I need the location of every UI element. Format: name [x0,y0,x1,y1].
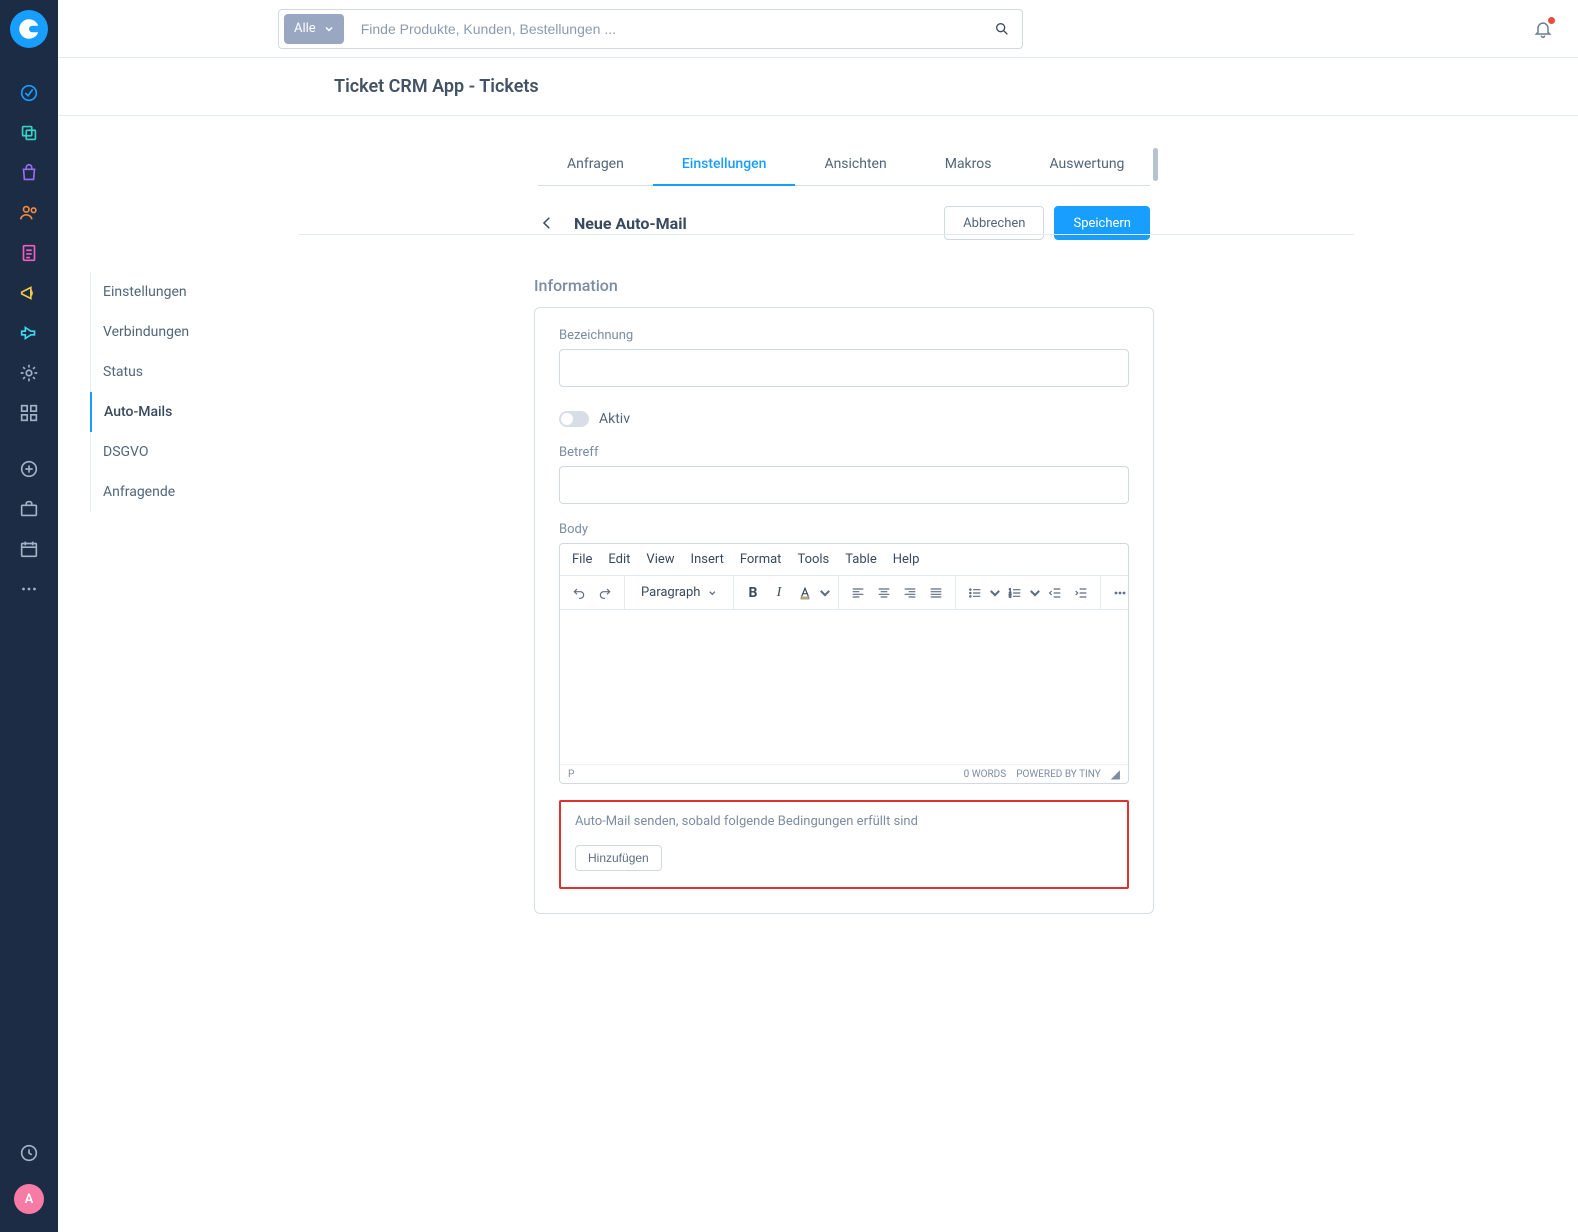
add-icon[interactable] [18,458,40,480]
redo-button[interactable] [592,580,618,606]
tab-makros[interactable]: Makros [916,144,1021,185]
label-aktiv: Aktiv [599,411,630,427]
submenu-item-status[interactable]: Status [91,352,290,392]
global-search: Alle [278,9,1023,49]
menu-format[interactable]: Format [740,552,782,567]
users-icon[interactable] [18,202,40,224]
align-right-button[interactable] [897,580,923,606]
indent-button[interactable] [1068,580,1094,606]
toolbar-more-button[interactable] [1107,580,1129,606]
menu-file[interactable]: File [572,552,592,567]
shop-icon[interactable] [18,162,40,184]
bold-button[interactable]: B [740,580,766,606]
avatar[interactable]: A [14,1184,44,1214]
marketing-icon[interactable] [18,282,40,304]
calendar-icon[interactable] [18,538,40,560]
svg-text:3: 3 [1009,593,1011,598]
submenu-item-automails[interactable]: Auto-Mails [90,392,290,432]
input-betreff[interactable] [559,466,1129,504]
chevron-down-icon [324,24,334,34]
global-icon-sidebar: A [0,0,58,1232]
input-bezeichnung[interactable] [559,349,1129,387]
align-justify-button[interactable] [923,580,949,606]
section-divider [299,234,1354,235]
editor-powered: POWERED BY TINY [1016,769,1101,780]
copy-icon[interactable] [18,122,40,144]
section-heading-information: Information [534,276,1154,295]
editor-menubar: File Edit View Insert Format Tools Table… [560,544,1128,576]
menu-insert[interactable]: Insert [691,552,724,567]
numbers-dropdown[interactable] [1028,580,1042,606]
menu-table[interactable]: Table [845,552,876,567]
undo-button[interactable] [566,580,592,606]
tab-einstellungen[interactable]: Einstellungen [653,144,796,186]
more-icon[interactable] [18,578,40,600]
label-betreff: Betreff [559,445,1129,460]
editor-canvas[interactable] [560,610,1128,764]
format-select-label: Paragraph [641,585,700,600]
editor-toolbar: Paragraph B I [560,576,1128,610]
numbers-button[interactable]: 123 [1002,580,1028,606]
chevron-left-icon [538,214,556,232]
briefcase-icon[interactable] [18,498,40,520]
label-bezeichnung: Bezeichnung [559,328,1129,343]
editor-wordcount: 0 WORDS [964,769,1007,780]
toggle-aktiv[interactable] [559,411,589,427]
align-center-button[interactable] [871,580,897,606]
invoice-icon[interactable] [18,242,40,264]
richtext-editor: File Edit View Insert Format Tools Table… [559,543,1129,784]
bell-icon [1533,19,1553,39]
settings-submenu: Einstellungen Verbindungen Status Auto-M… [90,272,290,512]
tab-ansichten[interactable]: Ansichten [795,144,915,185]
logo[interactable] [10,10,48,48]
textcolor-button[interactable] [792,580,818,606]
page-tabs: Anfragen Einstellungen Ansichten Makros … [538,144,1150,186]
top-bar: Alle [58,0,1578,58]
align-left-button[interactable] [845,580,871,606]
menu-view[interactable]: View [646,552,674,567]
conditions-title: Auto-Mail senden, sobald folgende Beding… [575,814,1113,829]
menu-tools[interactable]: Tools [797,552,829,567]
submenu-item-anfragende[interactable]: Anfragende [91,472,290,512]
textcolor-dropdown[interactable] [818,580,832,606]
tab-anfragen[interactable]: Anfragen [538,144,653,185]
outdent-button[interactable] [1042,580,1068,606]
search-filter-label: Alle [294,21,316,36]
conditions-section: Auto-Mail senden, sobald folgende Beding… [559,800,1129,889]
label-body: Body [559,522,1129,537]
tabs-scroll-indicator[interactable] [1153,148,1158,181]
tab-auswertung[interactable]: Auswertung [1020,144,1153,185]
plugin-icon[interactable] [18,322,40,344]
search-input[interactable] [349,10,982,48]
settings-icon[interactable] [18,362,40,384]
submenu-item-dsgvo[interactable]: DSGVO [91,432,290,472]
bullets-button[interactable] [962,580,988,606]
submenu-item-verbindungen[interactable]: Verbindungen [91,312,290,352]
activity-icon[interactable] [18,1142,40,1164]
menu-help[interactable]: Help [893,552,920,567]
subheader-title: Neue Auto-Mail [574,214,687,233]
dashboard-icon[interactable] [18,82,40,104]
menu-edit[interactable]: Edit [608,552,630,567]
format-select[interactable]: Paragraph [631,580,727,606]
editor-statusbar: P 0 WORDS POWERED BY TINY ◢ [560,764,1128,783]
search-filter[interactable]: Alle [284,14,344,44]
page-title: Ticket CRM App - Tickets [58,58,1578,116]
search-button[interactable] [982,21,1022,37]
add-condition-button[interactable]: Hinzufügen [575,845,662,871]
editor-path: P [568,769,574,780]
bullets-dropdown[interactable] [988,580,1002,606]
notification-bell[interactable] [1532,18,1554,40]
back-button[interactable] [538,214,556,232]
apps-icon[interactable] [18,402,40,424]
search-icon [994,21,1010,37]
submenu-item-einstellungen[interactable]: Einstellungen [91,272,290,312]
italic-button[interactable]: I [766,580,792,606]
information-card: Bezeichnung Aktiv Betreff Body [534,307,1154,914]
chevron-down-icon [708,588,717,598]
editor-resize-grip[interactable]: ◢ [1111,767,1120,781]
